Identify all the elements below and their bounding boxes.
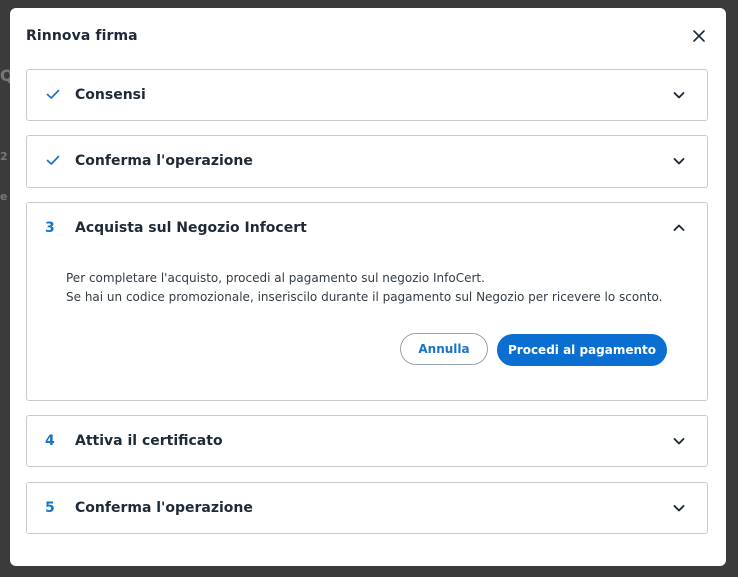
- step-description: Per completare l'acquisto, procedi al pa…: [66, 269, 662, 307]
- close-icon: [693, 30, 705, 42]
- chevron-down-icon: [673, 92, 685, 99]
- chevron-down-icon: [673, 438, 685, 445]
- step-header[interactable]: 5 Conferma l'operazione: [27, 483, 707, 534]
- background-text-fragment: 2: [0, 150, 8, 163]
- step-header[interactable]: Conferma l'operazione: [27, 136, 707, 187]
- description-line: Per completare l'acquisto, procedi al pa…: [66, 271, 485, 285]
- check-icon: [45, 152, 63, 170]
- cancel-button[interactable]: Annulla: [400, 333, 488, 365]
- chevron-down-icon: [673, 158, 685, 165]
- step-number: 3: [45, 220, 55, 236]
- chevron-up-icon: [673, 224, 685, 231]
- background-text-fragment: e: [0, 190, 8, 203]
- step-buy-infocert-store: 3 Acquista sul Negozio Infocert Per comp…: [26, 202, 708, 401]
- step-title: Consensi: [75, 87, 146, 103]
- proceed-to-payment-button[interactable]: Procedi al pagamento: [497, 334, 667, 366]
- step-title: Acquista sul Negozio Infocert: [75, 220, 307, 236]
- chevron-down-icon: [673, 505, 685, 512]
- check-icon: [45, 86, 63, 104]
- step-header[interactable]: 3 Acquista sul Negozio Infocert: [27, 203, 707, 254]
- step-number: 4: [45, 433, 55, 449]
- step-consents: Consensi: [26, 69, 708, 121]
- renew-signature-dialog: Rinnova firma Consensi Conferma l'operaz…: [10, 8, 726, 566]
- description-line: Se hai un codice promozionale, inserisci…: [66, 290, 663, 304]
- step-confirm-operation-final: 5 Conferma l'operazione: [26, 482, 708, 534]
- step-title: Conferma l'operazione: [75, 153, 253, 169]
- step-activate-certificate: 4 Attiva il certificato: [26, 415, 708, 467]
- step-title: Conferma l'operazione: [75, 500, 253, 516]
- step-confirm-operation: Conferma l'operazione: [26, 135, 708, 188]
- step-header[interactable]: Consensi: [27, 70, 707, 121]
- step-number: 5: [45, 500, 55, 516]
- step-title: Attiva il certificato: [75, 433, 223, 449]
- close-button[interactable]: [690, 27, 708, 45]
- dialog-title: Rinnova firma: [26, 28, 138, 44]
- step-header[interactable]: 4 Attiva il certificato: [27, 416, 707, 467]
